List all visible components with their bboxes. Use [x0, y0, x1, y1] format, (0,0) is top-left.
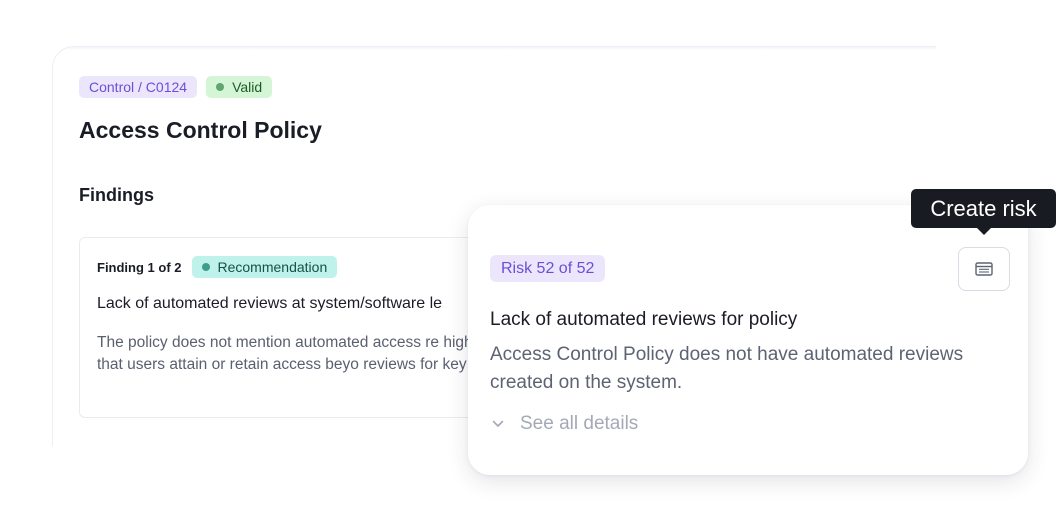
- see-all-details-label: See all details: [520, 413, 639, 434]
- risk-card: Risk 52 of 52 Lack of automated reviews …: [468, 205, 1028, 475]
- control-id-badge[interactable]: Control / C0124: [79, 76, 198, 98]
- status-badge-label: Valid: [232, 79, 263, 95]
- risk-description: Access Control Policy does not have auto…: [490, 344, 964, 393]
- findings-heading: Findings: [79, 185, 154, 205]
- page-title: Access Control Policy: [79, 117, 322, 143]
- status-badge: Valid: [206, 76, 273, 98]
- create-risk-tooltip: Create risk: [911, 189, 1056, 228]
- table-icon: [975, 262, 993, 276]
- finding-count: Finding 1 of 2: [97, 259, 182, 275]
- create-risk-button[interactable]: [958, 247, 1010, 291]
- risk-count-badge: Risk 52 of 52: [490, 255, 606, 282]
- tooltip-arrow: [976, 227, 992, 235]
- stage: Control / C0124 Valid Access Control Pol…: [0, 0, 1056, 507]
- finding-header: Finding 1 of 2 Recommendation: [97, 256, 338, 278]
- risk-title: Lack of automated reviews for policy: [490, 309, 798, 330]
- chevron-down-icon: [490, 416, 506, 432]
- control-badges: Control / C0124 Valid: [79, 76, 273, 98]
- finding-type-label: Recommendation: [217, 259, 328, 275]
- finding-type-badge: Recommendation: [191, 256, 338, 278]
- see-all-details-toggle[interactable]: See all details: [490, 413, 638, 435]
- status-dot-icon: [216, 83, 225, 91]
- recommendation-dot-icon: [201, 263, 210, 271]
- finding-title: Lack of automated reviews at system/soft…: [97, 295, 443, 312]
